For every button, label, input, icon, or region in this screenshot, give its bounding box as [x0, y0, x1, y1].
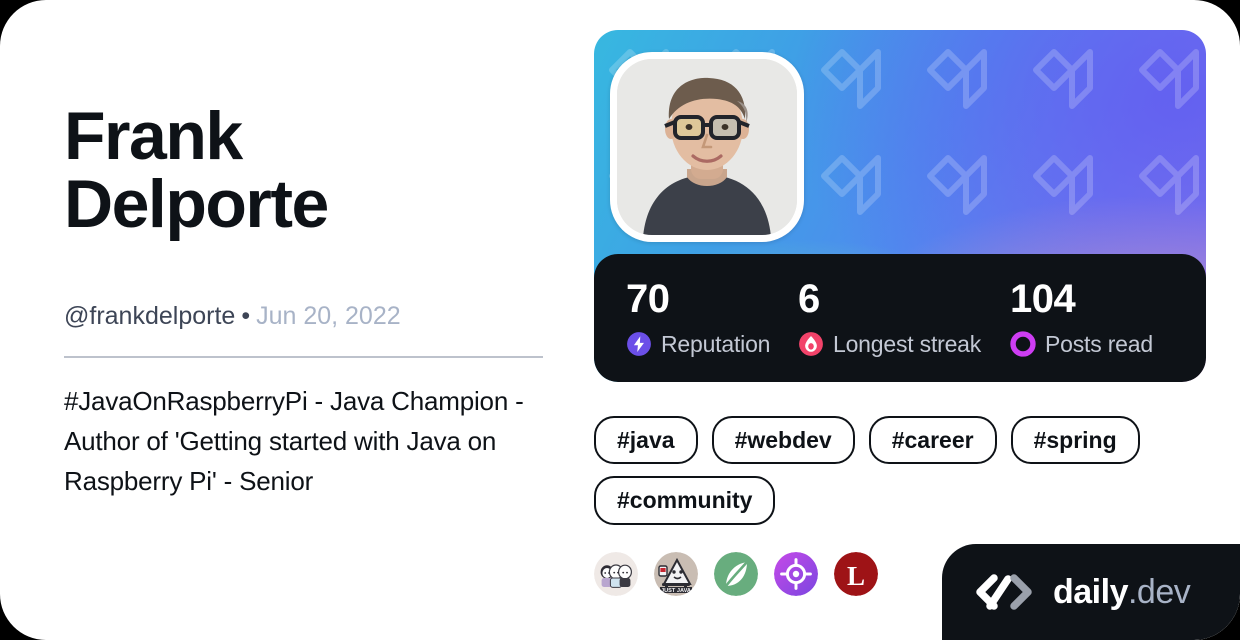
- spring-leaf-source-icon[interactable]: [714, 552, 758, 596]
- red-l-source-icon[interactable]: L: [834, 552, 878, 596]
- just-java-glyph: JUST JAVA: [654, 552, 698, 596]
- purple-target-source-icon[interactable]: [774, 552, 818, 596]
- svg-text:JUST JAVA: JUST JAVA: [661, 588, 691, 594]
- avatar-photo: [617, 59, 797, 235]
- profile-right-column: 70 Reputation 6 Longest streak 104 Posts…: [594, 0, 1240, 640]
- profile-left-column: Frank Delporte @frankdelporte • Jun 20, 20…: [64, 0, 546, 640]
- tag-career[interactable]: #career: [868, 416, 997, 465]
- just-java-source-icon[interactable]: JUST JAVA: [654, 552, 698, 596]
- tag-community[interactable]: #community: [594, 476, 776, 525]
- three-characters-glyph: [594, 552, 638, 596]
- red-l-glyph: L: [834, 552, 878, 596]
- stat-reputation-value: 70: [626, 276, 670, 321]
- stat-posts-read-label: Posts read: [1045, 330, 1153, 357]
- stat-longest-streak: 6 Longest streak: [798, 279, 1010, 358]
- badge-brand: daily: [1053, 572, 1128, 611]
- joined-date: Jun 20, 2022: [256, 302, 401, 330]
- avatar: [610, 52, 804, 242]
- avatar-portrait-illustration: [617, 59, 797, 235]
- meta-separator: •: [241, 302, 251, 330]
- stat-longest-streak-label: Longest streak: [833, 330, 982, 357]
- profile-handle: @frankdelporte: [64, 302, 236, 330]
- stat-reputation-label: Reputation: [661, 330, 771, 357]
- tag-java[interactable]: #java: [594, 416, 698, 465]
- profile-meta: @frankdelporte • Jun 20, 2022: [64, 301, 401, 331]
- tag-spring[interactable]: #spring: [1010, 416, 1140, 465]
- page-title: Frank Delporte: [64, 98, 329, 242]
- divider: [64, 356, 543, 358]
- badge-wordmark: daily.dev: [1053, 572, 1191, 612]
- tag-list: #java #webdev #career #spring #community: [594, 416, 1206, 525]
- cover-image: 70 Reputation 6 Longest streak 104 Posts…: [594, 30, 1206, 382]
- stat-longest-streak-value: 6: [798, 276, 820, 321]
- stat-posts-read-value: 104: [1010, 276, 1076, 321]
- three-characters-source-icon[interactable]: [594, 552, 638, 596]
- reputation-bolt-icon: [627, 332, 651, 356]
- daily-dev-logo-mark: [976, 574, 1032, 610]
- stats-bar: 70 Reputation 6 Longest streak 104 Posts…: [594, 254, 1206, 382]
- badge-suffix: .dev: [1127, 572, 1191, 611]
- svg-text:L: L: [847, 561, 865, 591]
- stat-posts-read: 104 Posts read: [1010, 279, 1153, 358]
- streak-flame-icon: [799, 332, 823, 356]
- source-list: JUST JAVA L: [594, 552, 878, 596]
- tag-webdev[interactable]: #webdev: [711, 416, 855, 465]
- spring-leaf-glyph: [714, 552, 758, 596]
- profile-card: Frank Delporte @frankdelporte • Jun 20, 20…: [0, 0, 1240, 640]
- posts-read-ring-icon: [1010, 331, 1036, 357]
- stat-reputation: 70 Reputation: [626, 279, 798, 358]
- purple-target-glyph: [774, 552, 818, 596]
- daily-dev-badge: daily.dev: [942, 544, 1240, 640]
- profile-bio: #JavaOnRaspberryPi - Java Champion - Aut…: [64, 386, 524, 496]
